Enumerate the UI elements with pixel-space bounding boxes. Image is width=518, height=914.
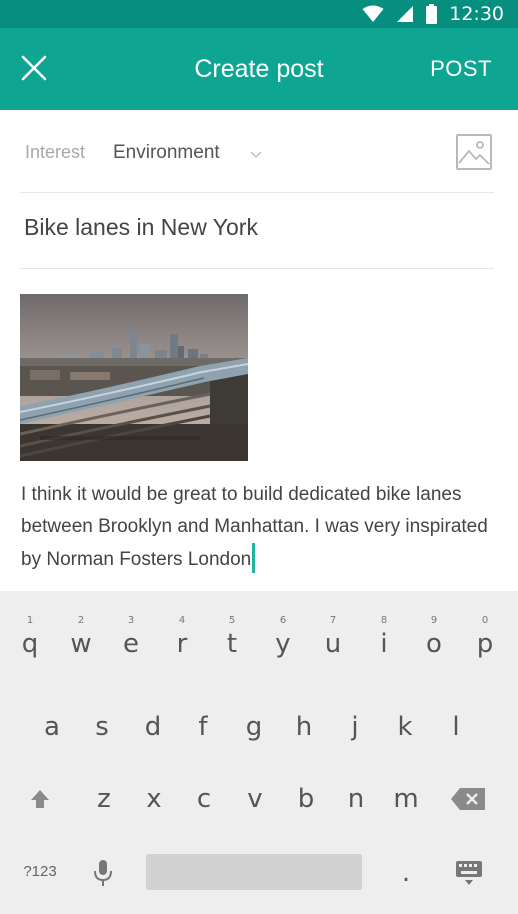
key-i[interactable]: 8i: [359, 613, 409, 669]
interest-label: Interest: [25, 142, 86, 162]
keyboard-icon: [456, 861, 482, 885]
shift-key[interactable]: [15, 771, 65, 827]
signal-icon: [397, 6, 414, 22]
key-f[interactable]: f: [178, 699, 228, 755]
emoji-keyboard-key[interactable]: [444, 845, 494, 901]
post-body-field[interactable]: I think it would be great to build dedic…: [21, 479, 491, 576]
interest-dropdown[interactable]: Environment: [113, 142, 220, 164]
attached-photo[interactable]: [20, 294, 248, 461]
key-j[interactable]: j: [330, 699, 380, 755]
space-bar[interactable]: [146, 854, 362, 890]
post-button[interactable]: POST: [430, 54, 492, 84]
battery-icon: [426, 4, 438, 24]
key-o[interactable]: 9o: [409, 613, 459, 669]
key-v[interactable]: v: [230, 771, 280, 827]
chevron-down-icon[interactable]: [248, 146, 264, 162]
key-e[interactable]: 3e: [106, 613, 156, 669]
backspace-key[interactable]: [443, 771, 493, 827]
key-h[interactable]: h: [279, 699, 329, 755]
key-t[interactable]: 5t: [207, 613, 257, 669]
divider: [20, 192, 494, 193]
image-icon: [458, 141, 490, 165]
key-y[interactable]: 6y: [258, 613, 308, 669]
symbols-key[interactable]: ?123: [12, 851, 68, 891]
divider: [20, 268, 494, 269]
backspace-icon: [451, 788, 485, 810]
voice-input-key[interactable]: [78, 845, 128, 901]
key-l[interactable]: l: [431, 699, 481, 755]
key-g[interactable]: g: [229, 699, 279, 755]
key-n[interactable]: n: [331, 771, 381, 827]
app-bar: Create post POST: [0, 28, 518, 110]
text-cursor: [252, 543, 256, 573]
add-image-button[interactable]: [456, 134, 492, 170]
key-p[interactable]: 0p: [460, 613, 510, 669]
key-x[interactable]: x: [129, 771, 179, 827]
key-w[interactable]: 2w: [56, 613, 106, 669]
key-b[interactable]: b: [281, 771, 331, 827]
close-icon: [21, 55, 47, 81]
close-button[interactable]: [14, 48, 54, 88]
keyboard: 1q 2w 3e 4r 5t 6y 7u 8i 9o 0p a s d f g …: [0, 591, 518, 914]
status-icons: 12:30: [362, 0, 504, 28]
key-u[interactable]: 7u: [308, 613, 358, 669]
key-q[interactable]: 1q: [5, 613, 55, 669]
wifi-icon: [362, 5, 384, 22]
shift-icon: [31, 790, 49, 808]
key-a[interactable]: a: [27, 699, 77, 755]
key-k[interactable]: k: [380, 699, 430, 755]
key-d[interactable]: d: [128, 699, 178, 755]
key-c[interactable]: c: [179, 771, 229, 827]
status-bar: 12:30: [0, 0, 518, 28]
key-r[interactable]: 4r: [157, 613, 207, 669]
period-key[interactable]: .: [381, 845, 431, 901]
key-z[interactable]: z: [79, 771, 129, 827]
key-s[interactable]: s: [77, 699, 127, 755]
status-time: 12:30: [449, 3, 504, 25]
post-title-field[interactable]: Bike lanes in New York: [24, 214, 258, 241]
key-m[interactable]: m: [381, 771, 431, 827]
interest-row: Interest Environment: [20, 128, 494, 182]
mic-icon: [94, 860, 112, 886]
